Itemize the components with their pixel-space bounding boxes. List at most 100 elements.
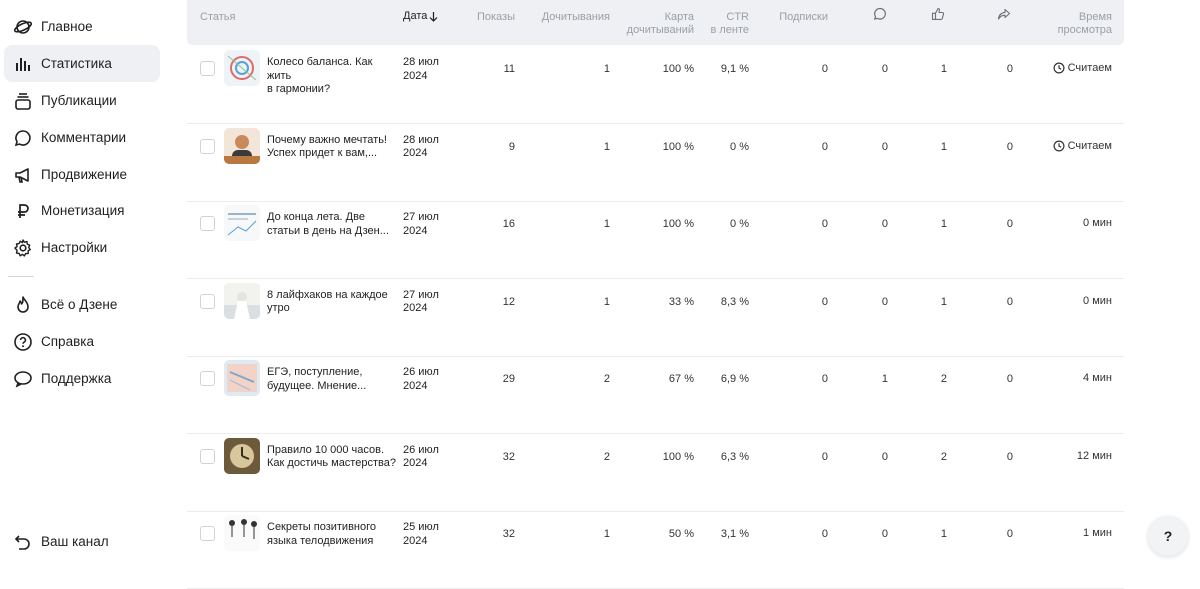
nav-label: Настройки (41, 240, 108, 255)
cell-read-map: 50 % (668, 528, 694, 540)
table-row[interactable]: Почему важно мечтать! Успех придет к вам,… (187, 124, 1124, 202)
cell-views: 16 (502, 218, 515, 230)
nav-item-monetization[interactable]: Монетизация (4, 192, 160, 229)
nav-item-settings[interactable]: Настройки (4, 229, 160, 266)
col-view-time[interactable]: Время просмотра (1042, 11, 1112, 37)
nav-label: Всё о Дзене (41, 297, 118, 312)
cell-view-time: Считаем (1022, 140, 1112, 152)
cell-reads: 1 (603, 140, 610, 153)
nav-label: Продвижение (41, 167, 128, 182)
article-title-line2: Как достичь мастерства? (267, 457, 396, 469)
clock-icon (1053, 139, 1065, 152)
nav-label: Публикации (41, 93, 117, 108)
table-row[interactable]: До конца лета. Две статьи в день на Дзен.… (187, 201, 1124, 279)
col-comments[interactable] (873, 7, 887, 25)
cell-comments: 0 (881, 218, 888, 230)
row-checkbox[interactable] (200, 216, 215, 231)
cell-likes: 1 (940, 218, 947, 230)
row-checkbox[interactable] (200, 61, 215, 76)
table-row[interactable]: Колесо баланса. Как жить в гармонии? 28 ию… (187, 46, 1124, 124)
row-checkbox[interactable] (200, 138, 215, 154)
nav-item-about-dzen[interactable]: Всё о Дзене (4, 286, 160, 323)
article-thumbnail[interactable] (224, 282, 260, 319)
article-title[interactable]: 8 лайфхаков на каждое утро (267, 289, 399, 316)
cell-likes: 1 (940, 528, 947, 540)
table-row[interactable]: Правило 10 000 часов. Как достичь мастерс… (187, 434, 1124, 512)
cell-read-map: 100 % (662, 450, 694, 463)
article-title[interactable]: Почему важно мечтать! Успех придет к вам,… (267, 134, 399, 161)
article-thumbnail[interactable] (224, 437, 260, 474)
article-title[interactable]: Секреты позитивного языка телодвижения (267, 521, 399, 548)
bar-chart-icon (13, 54, 33, 74)
col-subscriptions[interactable]: Подписки (758, 11, 828, 24)
nav-item-home[interactable]: Главное (4, 8, 160, 45)
cell-view-time: 12 мин (1022, 450, 1112, 462)
col-article[interactable]: Статья (200, 11, 235, 24)
article-date: 26 июл 2024 (403, 366, 453, 393)
cell-ctr: 6,9 % (720, 373, 749, 385)
row-checkbox[interactable] (200, 293, 215, 309)
nav-item-your-channel[interactable]: Ваш канал (4, 523, 160, 560)
article-thumbnail[interactable] (224, 515, 260, 551)
article-date-line1: 26 июл (403, 443, 439, 456)
arrow-down-icon (429, 12, 438, 22)
article-title-line2: статьи в день на Дзен... (267, 224, 389, 237)
planet-icon (13, 17, 33, 37)
col-ctr-line1: CTR (726, 11, 749, 23)
cell-ctr: 8,3 % (720, 295, 749, 308)
cell-views: 29 (502, 373, 515, 385)
table-row[interactable]: ЕГЭ, поступление, будущее. Мнение... 26 ию… (187, 356, 1124, 434)
cell-ctr: 6,3 % (720, 450, 749, 463)
thumbs-up-icon (931, 7, 945, 20)
nav-item-help[interactable]: Справка (4, 323, 160, 360)
article-title[interactable]: Колесо баланса. Как жить в гармонии? (267, 56, 399, 97)
nav-item-promotion[interactable]: Продвижение (4, 156, 160, 193)
cell-reads: 2 (603, 373, 610, 385)
article-title[interactable]: До конца лета. Две статьи в день на Дзен.… (267, 211, 399, 238)
sidebar-divider (8, 276, 34, 277)
nav-item-statistics[interactable]: Статистика (4, 45, 160, 82)
row-checkbox[interactable] (200, 448, 215, 464)
article-date-line1: 28 июл (403, 133, 439, 146)
nav-item-support[interactable]: Поддержка (4, 360, 160, 397)
table-row[interactable]: Секреты позитивного языка телодвижения 25 … (187, 511, 1124, 589)
cell-subs: 0 (821, 140, 828, 153)
article-thumbnail[interactable] (224, 360, 260, 396)
help-button[interactable]: ? (1148, 516, 1188, 556)
flame-icon (13, 295, 33, 315)
cell-reads: 1 (603, 528, 610, 540)
article-title[interactable]: ЕГЭ, поступление, будущее. Мнение... (267, 366, 399, 393)
col-date[interactable]: Дата (403, 10, 438, 23)
row-checkbox[interactable] (200, 371, 215, 386)
article-title[interactable]: Правило 10 000 часов. Как достичь мастерс… (267, 444, 399, 471)
cell-view-time: 1 мин (1022, 527, 1112, 539)
article-thumbnail[interactable] (224, 127, 260, 164)
col-read-map[interactable]: Карта дочитываний (617, 11, 694, 37)
clock-icon (1053, 62, 1065, 74)
article-date-line2: 2024 (403, 379, 428, 392)
article-thumbnail[interactable] (224, 205, 260, 241)
cell-likes: 1 (940, 63, 947, 75)
col-reads[interactable]: Дочитывания (530, 11, 610, 24)
article-date: 28 июл 2024 (403, 134, 453, 161)
nav-label: Главное (41, 19, 93, 34)
col-ctr[interactable]: CTR в ленте (699, 11, 749, 37)
col-views[interactable]: Показы (457, 11, 515, 24)
col-shares[interactable] (997, 7, 1011, 25)
article-title-line1: Секреты позитивного (267, 521, 376, 533)
cell-view-time: 4 мин (1022, 372, 1112, 384)
table-row[interactable]: 8 лайфхаков на каждое утро 27 июл 2024 12 1 33… (187, 279, 1124, 357)
row-checkbox[interactable] (200, 526, 215, 541)
nav-item-comments[interactable]: Комментарии (4, 119, 160, 156)
view-time-value: Считаем (1067, 139, 1112, 152)
nav-label: Статистика (41, 56, 112, 71)
cell-subs: 0 (821, 528, 828, 540)
article-thumbnail[interactable] (224, 50, 260, 86)
article-date: 27 июл 2024 (403, 211, 453, 238)
cell-likes: 2 (940, 373, 947, 385)
article-title-line2: будущее. Мнение... (267, 379, 367, 392)
cell-read-map: 100 % (662, 63, 694, 75)
col-likes[interactable] (931, 7, 945, 25)
nav-item-publications[interactable]: Публикации (4, 82, 160, 119)
article-date-line1: 28 июл (403, 56, 439, 68)
